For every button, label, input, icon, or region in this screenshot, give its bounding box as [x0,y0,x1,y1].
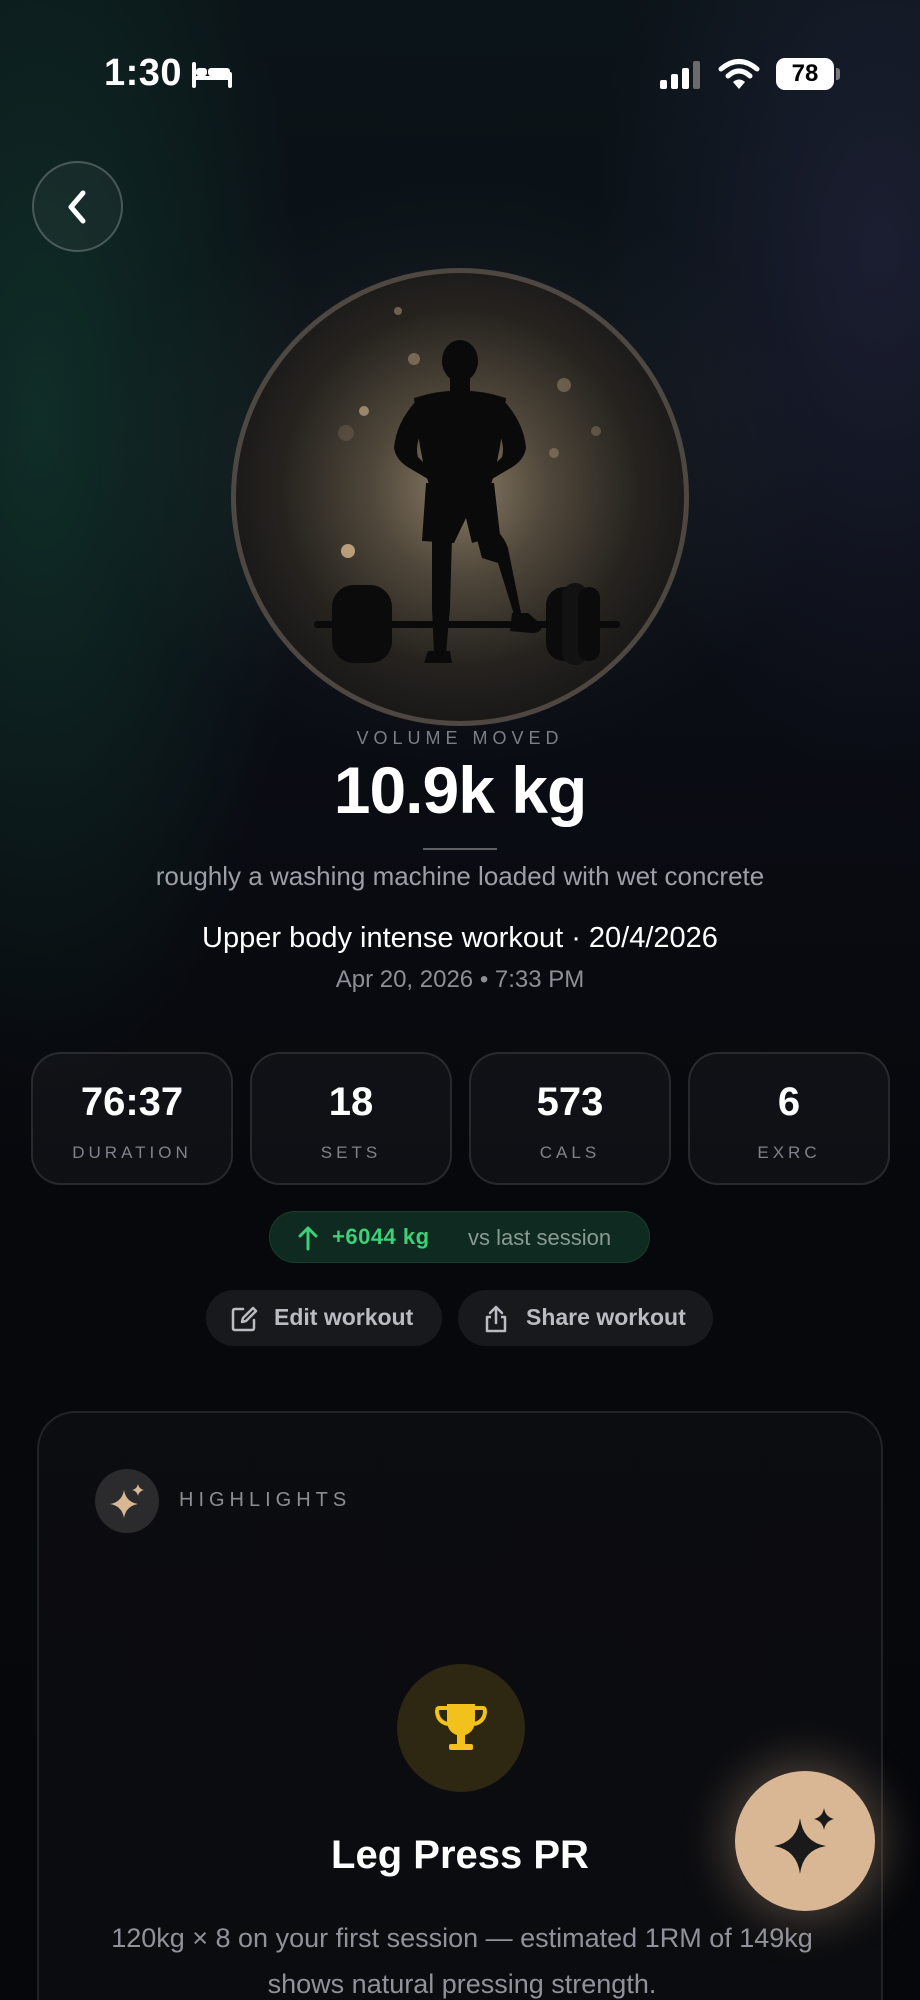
trophy-badge [397,1664,525,1792]
wifi-icon [718,59,760,89]
edit-icon [231,1306,258,1332]
status-time: 1:30 [104,52,183,94]
stat-value: 18 [328,1080,374,1124]
stat-value: 76:37 [80,1080,184,1124]
volume-value: 10.9k kg [333,753,588,827]
sparkles-icon [110,1484,144,1518]
stat-card-exercises: 6 EXRC [688,1052,890,1185]
highlights-label: HIGHLIGHTS [179,1489,352,1511]
ai-assistant-button[interactable] [735,1771,875,1911]
stat-value: 573 [536,1080,604,1124]
edit-workout-button[interactable]: Edit workout [206,1290,442,1346]
bed-icon [192,62,232,88]
delta-caption: vs last session [468,1225,612,1250]
volume-comparison: roughly a washing machine loaded with we… [155,861,765,891]
workout-summary-screen: 1:30 78 VOLUME MOVED 10.9k kg roughly a … [0,0,920,2000]
delta-value: +6044 kg [332,1224,430,1249]
lifter-silhouette-illustration [314,307,620,665]
hero-image [231,268,689,726]
stat-card-sets: 18 SETS [250,1052,452,1185]
volume-delta-badge: +6044 kg vs last session [269,1211,650,1263]
trophy-icon [434,1704,488,1750]
workout-title: Upper body intense workout · 20/4/2026 [202,922,718,954]
highlights-badge [95,1469,159,1533]
volume-label: VOLUME MOVED [356,728,564,748]
stat-card-calories: 573 CALS [469,1052,671,1185]
battery-cap [836,68,840,80]
stat-label: CALS [539,1143,601,1162]
stat-label: SETS [320,1143,382,1162]
edit-workout-label: Edit workout [274,1304,414,1330]
stat-label: EXRC [757,1143,821,1162]
battery-level: 78 [776,58,834,90]
share-workout-label: Share workout [526,1304,686,1330]
highlight-description: 120kg × 8 on your first session — estima… [111,1923,813,1999]
highlights-card: HIGHLIGHTS Leg Press PR 120kg × 8 on you… [37,1411,883,2000]
workout-datetime: Apr 20, 2026 • 7:33 PM [335,966,585,993]
cellular-signal-icon [660,61,700,89]
stat-card-duration: 76:37 DURATION [31,1052,233,1185]
battery-icon: 78 [776,58,840,90]
back-button[interactable] [32,161,123,252]
stat-label: DURATION [72,1143,192,1162]
arrow-up-icon [298,1226,318,1251]
chevron-left-icon [68,190,85,223]
share-icon [485,1305,507,1333]
stat-value: 6 [777,1080,801,1124]
sparkles-icon [774,1808,834,1874]
volume-divider [423,848,497,850]
share-workout-button[interactable]: Share workout [458,1290,713,1346]
